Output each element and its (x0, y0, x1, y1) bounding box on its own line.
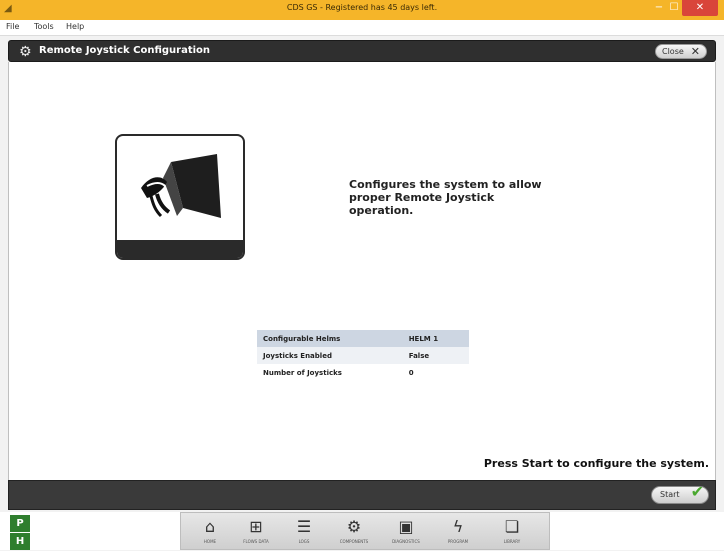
info-value: 0 (402, 364, 469, 381)
info-label: Joysticks Enabled (257, 347, 403, 364)
menu-file[interactable]: File (6, 22, 19, 31)
table-row: Joysticks Enabled False (257, 347, 469, 364)
info-value: False (402, 347, 469, 364)
bottom-nav: ⌂ HOME ⊞ FLOWS DATA ☰ LOGS ⚙ COMPONENTS … (180, 512, 550, 550)
menu-bar: File Tools Help (0, 20, 724, 36)
info-label: Configurable Helms (257, 330, 403, 347)
library-icon: ❏ (504, 517, 520, 536)
config-info-table: Configurable Helms HELM 1 Joysticks Enab… (257, 330, 469, 381)
gear-icon: ⚙ (19, 44, 32, 60)
page-title: Remote Joystick Configuration (39, 45, 211, 56)
start-button[interactable]: Start ✔ (651, 482, 709, 504)
nav-label: COMPONENTS (339, 539, 369, 544)
nav-program[interactable]: ϟ PROGRAM (437, 513, 479, 551)
nav-diagnostics[interactable]: ▣ DIAGNOSTICS (385, 513, 427, 551)
nav-label: DIAGNOSTICS (392, 539, 420, 544)
menu-tools[interactable]: Tools (34, 22, 54, 31)
illustration-band (117, 240, 243, 258)
flow-icon: ⊞ (249, 517, 263, 536)
joystick-icon (141, 154, 221, 218)
page-header: ⚙ Remote Joystick Configuration Close ✕ (8, 40, 716, 62)
nav-label: LOGS (298, 539, 310, 544)
table-row: Configurable Helms HELM 1 (257, 330, 469, 347)
window-title: CDS GS - Registered has 45 days left. (286, 3, 438, 12)
start-button-label: Start (660, 490, 680, 499)
info-label: Number of Joysticks (257, 364, 403, 381)
close-button[interactable]: Close ✕ (655, 44, 707, 59)
joystick-illustration (115, 134, 245, 260)
minimize-button[interactable]: − (652, 0, 666, 16)
close-window-button[interactable]: ✕ (682, 0, 718, 16)
nav-label: HOME (203, 539, 217, 544)
info-value: HELM 1 (402, 330, 469, 347)
diagnostics-icon: ▣ (398, 517, 414, 536)
maximize-button[interactable]: ☐ (667, 0, 681, 16)
nav-flows-data[interactable]: ⊞ FLOWS DATA (235, 513, 277, 551)
nav-label: PROGRAM (447, 539, 469, 544)
description-text: Configures the system to allow proper Re… (349, 178, 542, 217)
bottom-area: P H ⌂ HOME ⊞ FLOWS DATA ☰ LOGS ⚙ COMPONE… (0, 512, 724, 550)
nav-home[interactable]: ⌂ HOME (189, 513, 231, 551)
main-panel: Configures the system to allow proper Re… (8, 62, 716, 480)
nav-label: LIBRARY (503, 539, 521, 544)
p-badge[interactable]: P (10, 515, 30, 532)
logs-icon: ☰ (296, 517, 312, 536)
nav-label: FLOWS DATA (243, 539, 269, 544)
close-icon: ✕ (690, 45, 700, 58)
h-badge[interactable]: H (10, 533, 30, 550)
menu-help[interactable]: Help (66, 22, 84, 31)
window-titlebar: ◢ CDS GS - Registered has 45 days left. … (0, 0, 724, 20)
nav-library[interactable]: ❏ LIBRARY (491, 513, 533, 551)
nav-components[interactable]: ⚙ COMPONENTS (333, 513, 375, 551)
start-prompt: Press Start to configure the system. (483, 457, 709, 470)
components-icon: ⚙ (346, 517, 362, 536)
checkmark-icon: ✔ (690, 482, 704, 501)
close-button-label: Close (662, 47, 684, 56)
program-icon: ϟ (452, 517, 464, 536)
home-icon: ⌂ (204, 517, 216, 536)
footer-bar: Start ✔ (8, 480, 716, 510)
nav-logs[interactable]: ☰ LOGS (283, 513, 325, 551)
table-row: Number of Joysticks 0 (257, 364, 469, 381)
